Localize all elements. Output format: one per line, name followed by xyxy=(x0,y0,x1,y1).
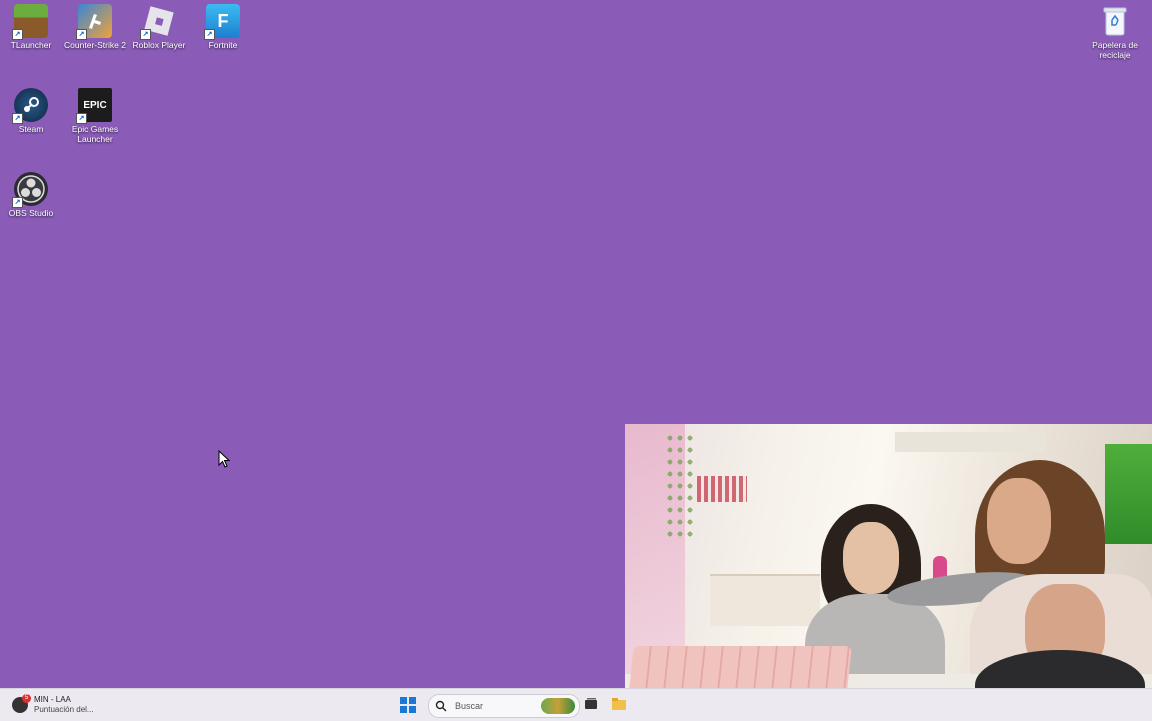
search-placeholder: Buscar xyxy=(455,701,484,711)
steam-icon: ↗ xyxy=(12,88,48,124)
webcam-overlay xyxy=(625,424,1152,720)
fortnite-letter: F xyxy=(217,10,229,31)
webcam-plant xyxy=(665,432,695,542)
desktop-icon-steam[interactable]: ↗ Steam xyxy=(0,84,62,134)
icon-label: Steam xyxy=(18,124,44,134)
desktop-icon-roblox[interactable]: ↗ Roblox Player xyxy=(128,0,190,50)
roblox-icon: ↗ xyxy=(140,4,176,40)
taskbar-search[interactable]: Buscar xyxy=(428,694,580,718)
windows-logo-tile xyxy=(400,697,407,704)
desktop-icon-tlauncher[interactable]: ↗ TLauncher xyxy=(0,0,62,50)
taskbar-widget[interactable]: 5 MIN - LAA Puntuación del... xyxy=(12,693,94,717)
widget-title: MIN - LAA xyxy=(34,695,71,704)
windows-logo-tile xyxy=(409,697,416,704)
obs-icon: ↗ xyxy=(12,172,48,208)
icon-label: Papelera de reciclaje xyxy=(1092,40,1138,60)
file-explorer-icon[interactable] xyxy=(612,697,626,711)
desktop-icon-counter-strike[interactable]: ↗ Counter-Strike 2 xyxy=(64,0,126,50)
shortcut-arrow-icon: ↗ xyxy=(12,113,23,124)
counter-strike-icon: ↗ xyxy=(76,4,112,40)
webcam-person-left-face xyxy=(843,522,899,594)
shortcut-arrow-icon: ↗ xyxy=(140,29,151,40)
widget-subtitle: Puntuación del... xyxy=(34,705,94,714)
desktop-icon-epic-games[interactable]: EPIC ↗ Epic Games Launcher xyxy=(64,84,126,144)
desktop-icon-fortnite[interactable]: F ↗ Fortnite xyxy=(192,0,254,50)
icon-label: Roblox Player xyxy=(132,40,186,50)
webcam-person-right-face xyxy=(987,478,1051,564)
windows-logo-tile xyxy=(409,706,416,713)
epic-games-icon: EPIC ↗ xyxy=(76,88,112,124)
icon-label: Epic Games Launcher xyxy=(71,124,119,144)
desktop-icon-obs[interactable]: ↗ OBS Studio xyxy=(0,168,62,218)
sports-score-icon: 5 xyxy=(12,694,31,713)
icon-label: TLauncher xyxy=(10,40,52,50)
shortcut-arrow-icon: ↗ xyxy=(12,197,23,208)
icon-label: Counter-Strike 2 xyxy=(64,40,126,50)
taskbar: 5 MIN - LAA Puntuación del... Buscar xyxy=(0,688,1152,721)
shortcut-arrow-icon: ↗ xyxy=(76,113,87,124)
icon-label: Fortnite xyxy=(208,40,238,50)
webcam-green-poster xyxy=(1105,444,1152,544)
webcam-shelf xyxy=(710,574,820,626)
windows-logo-tile xyxy=(400,706,407,713)
search-highlight-icon xyxy=(541,698,575,714)
search-icon xyxy=(435,699,449,713)
shortcut-arrow-icon: ↗ xyxy=(76,29,87,40)
icon-label: OBS Studio xyxy=(8,208,54,218)
mouse-cursor-icon xyxy=(218,450,230,468)
task-view-icon[interactable] xyxy=(584,697,598,711)
fortnite-icon: F ↗ xyxy=(204,4,240,40)
epic-logo-text: EPIC xyxy=(83,99,107,111)
shortcut-arrow-icon: ↗ xyxy=(204,29,215,40)
recycle-bin-icon xyxy=(1098,4,1132,38)
shortcut-arrow-icon: ↗ xyxy=(12,29,23,40)
notification-badge: 5 xyxy=(22,694,31,703)
desktop-icon-recycle-bin[interactable]: Papelera de reciclaje xyxy=(1084,0,1146,60)
webcam-cabinet xyxy=(895,432,1045,452)
start-button[interactable] xyxy=(400,697,416,713)
minecraft-grass-icon: ↗ xyxy=(12,4,48,40)
webcam-poster xyxy=(697,476,747,502)
